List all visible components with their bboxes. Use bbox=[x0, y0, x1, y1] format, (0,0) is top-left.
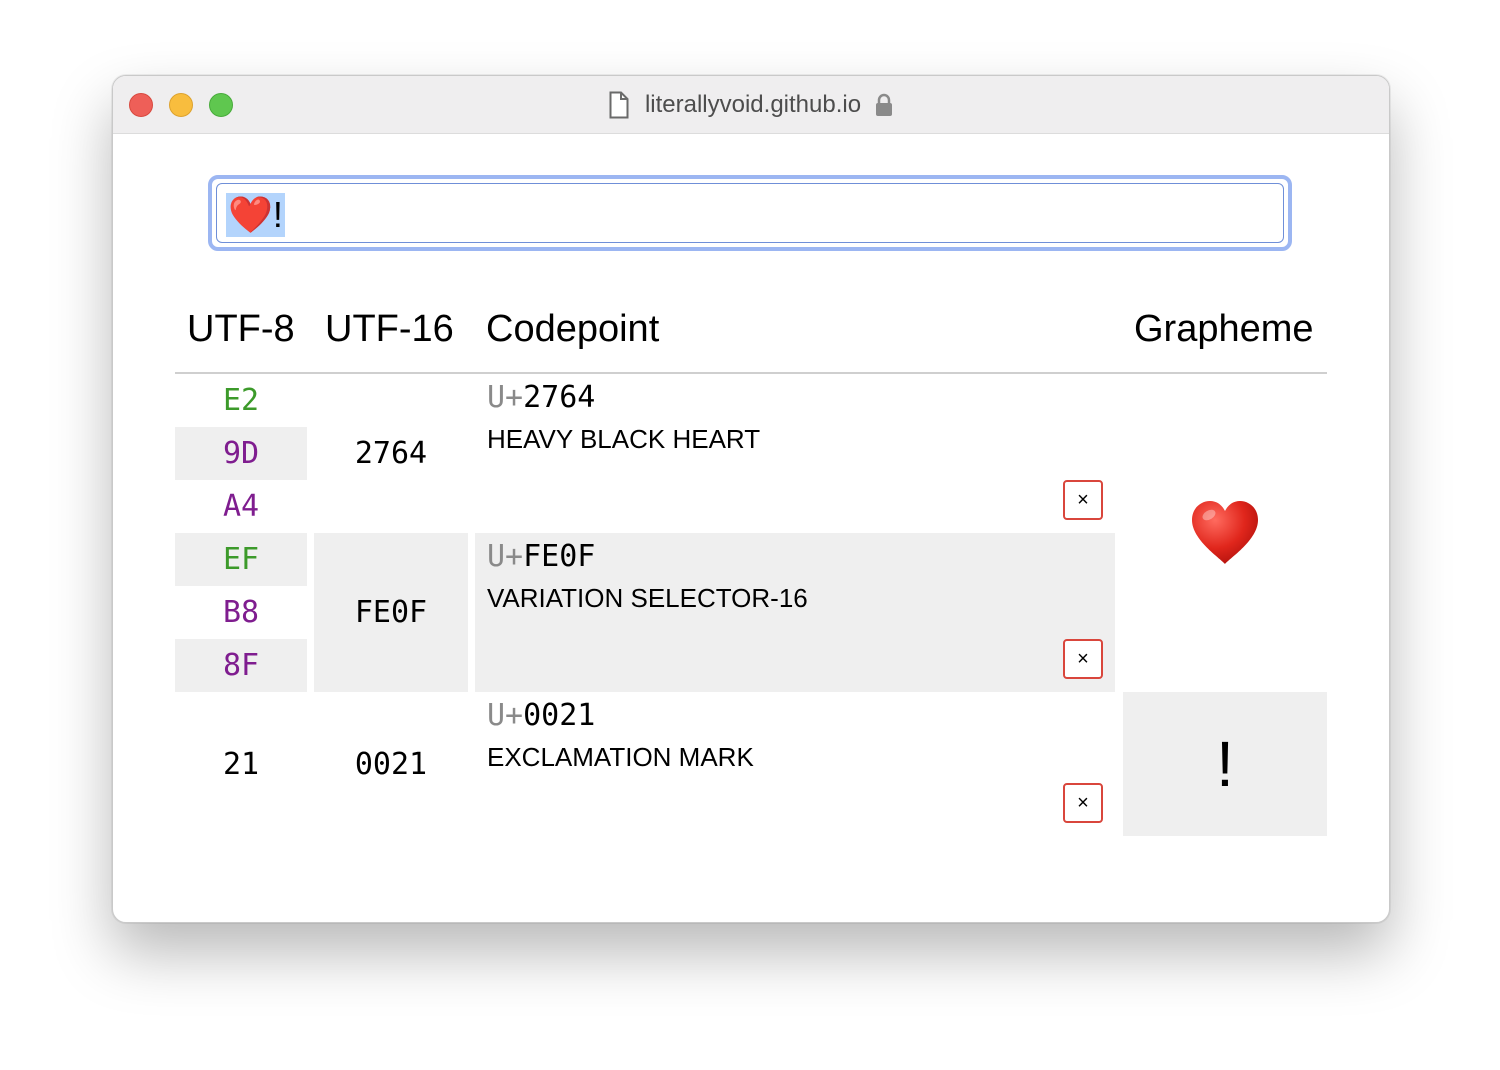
lock-icon bbox=[876, 93, 893, 116]
utf8-byte: 21 bbox=[222, 746, 260, 782]
header-grapheme: Grapheme bbox=[1134, 308, 1314, 350]
codepoint-name: VARIATION SELECTOR-16 bbox=[487, 583, 808, 613]
utf8-byte: 9D bbox=[175, 427, 307, 480]
codepoint-row: U+2764 HEAVY BLACK HEART × bbox=[475, 374, 1115, 533]
remove-codepoint-button[interactable]: × bbox=[1063, 783, 1103, 823]
remove-codepoint-button[interactable]: × bbox=[1063, 480, 1103, 520]
codepoint-code: U+FE0F bbox=[487, 539, 596, 574]
utf8-byte: 8F bbox=[175, 639, 307, 692]
utf16-unit: 2764 bbox=[354, 436, 428, 471]
address-bar[interactable]: literallyvoid.github.io bbox=[113, 76, 1389, 133]
title-bar: literallyvoid.github.io bbox=[113, 76, 1389, 134]
utf8-byte: A4 bbox=[222, 489, 260, 524]
header-codepoint: Codepoint bbox=[486, 308, 660, 350]
utf16-unit: FE0F bbox=[314, 533, 468, 692]
codepoint-name: HEAVY BLACK HEART bbox=[487, 424, 761, 454]
utf16-unit: 0021 bbox=[354, 746, 428, 782]
address-text: literallyvoid.github.io bbox=[644, 90, 862, 118]
header-utf16: UTF-16 bbox=[325, 308, 454, 350]
codepoint-row: U+0021 EXCLAMATION MARK × bbox=[475, 692, 1115, 836]
text-input[interactable]: ❤️! bbox=[208, 175, 1292, 251]
codepoint-code: U+0021 bbox=[487, 698, 596, 733]
codepoint-code: U+2764 bbox=[487, 380, 596, 415]
utf8-byte: EF bbox=[175, 533, 307, 586]
document-icon bbox=[609, 91, 629, 118]
heart-grapheme bbox=[1192, 501, 1258, 564]
codepoint-name: EXCLAMATION MARK bbox=[487, 742, 754, 772]
grapheme-cell bbox=[1123, 374, 1327, 692]
utf8-byte: B8 bbox=[222, 595, 260, 630]
remove-codepoint-button[interactable]: × bbox=[1063, 639, 1103, 679]
grapheme-cell: ! bbox=[1123, 692, 1327, 836]
header-utf8: UTF-8 bbox=[187, 308, 295, 350]
browser-window: literallyvoid.github.io ❤️! UTF-8 UTF-16… bbox=[112, 75, 1390, 923]
codepoint-row: U+FE0F VARIATION SELECTOR-16 × bbox=[475, 533, 1115, 692]
utf8-byte: E2 bbox=[222, 383, 260, 418]
text-input-border bbox=[216, 183, 1284, 243]
input-selected-text[interactable]: ❤️! bbox=[226, 193, 285, 237]
